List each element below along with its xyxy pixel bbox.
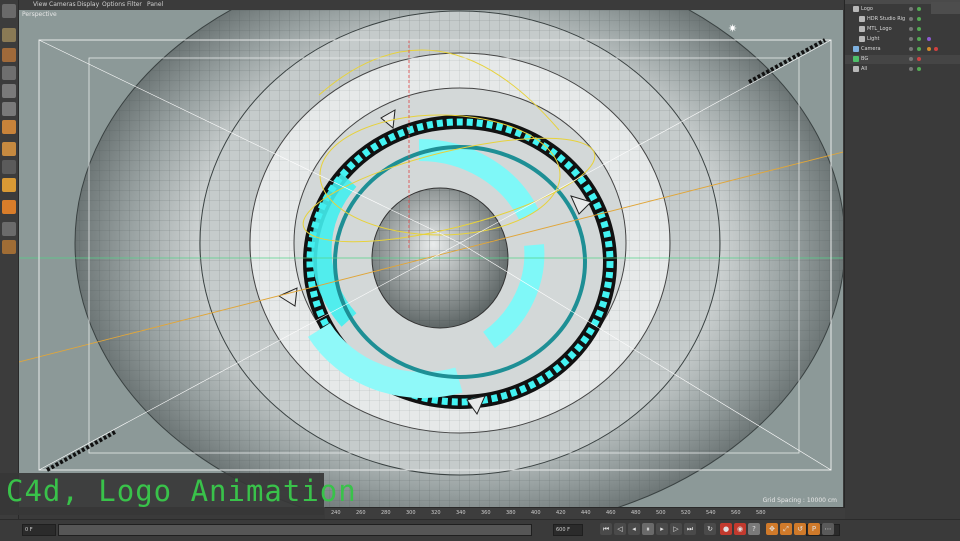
timeline-tick: 280 — [381, 510, 391, 516]
menu-view[interactable]: View — [33, 1, 47, 8]
visibility-dot-icon[interactable] — [909, 57, 913, 61]
timeline-tick: 320 — [431, 510, 441, 516]
mouse-icon[interactable] — [2, 160, 16, 174]
record-button[interactable]: ● — [720, 523, 732, 535]
menu-cameras[interactable]: Cameras — [49, 1, 76, 8]
protection-tag-icon[interactable] — [927, 47, 931, 51]
object-row-hdr-studio-rig[interactable]: HDR Studio Rig — [845, 15, 960, 24]
target-tag-icon[interactable] — [934, 47, 938, 51]
undo-view-icon[interactable] — [2, 4, 16, 18]
prev-key-button[interactable]: ◁ — [614, 523, 626, 535]
enabled-check-icon[interactable] — [917, 27, 921, 31]
cube-icon[interactable] — [2, 28, 16, 42]
enabled-check-icon[interactable] — [917, 17, 921, 21]
timeline-tick: 520 — [681, 510, 691, 516]
visibility-dot-icon[interactable] — [909, 7, 913, 11]
end-frame-field[interactable]: 600 F — [553, 524, 583, 536]
viewport-menu-bar: View Cameras Display Options Filter Pane… — [19, 0, 843, 10]
timeline-tick: 360 — [481, 510, 491, 516]
autokey-button[interactable]: ◉ — [734, 523, 746, 535]
menu-options[interactable]: Options — [102, 1, 125, 8]
viewport[interactable]: View Cameras Display Options Filter Pane… — [19, 0, 843, 507]
object-mode-icon[interactable] — [2, 120, 16, 134]
timeline-tick: 420 — [556, 510, 566, 516]
timeline-tick: 300 — [406, 510, 416, 516]
go-to-start-button[interactable]: ⏮ — [600, 523, 612, 535]
pause-button[interactable]: ⏸ — [642, 523, 654, 535]
timeline-tick: 480 — [631, 510, 641, 516]
object-row-bg[interactable]: BG — [845, 55, 960, 64]
timeline-tick: 500 — [656, 510, 666, 516]
timeline-tick: 460 — [606, 510, 616, 516]
enabled-check-icon[interactable] — [917, 47, 921, 51]
snap-icon[interactable] — [2, 178, 16, 192]
object-row-camera[interactable]: Camera — [845, 45, 960, 54]
checker-icon[interactable] — [2, 48, 16, 62]
overlay-title: C4d, Logo Animation — [6, 474, 357, 508]
keyframe-selection-button[interactable]: ? — [748, 523, 760, 535]
enabled-check-icon[interactable] — [917, 37, 921, 41]
timeline-tick: 260 — [356, 510, 366, 516]
layer-icon[interactable] — [2, 240, 16, 254]
polygons-mode-icon[interactable] — [2, 102, 16, 116]
tag-icon[interactable] — [927, 37, 931, 41]
null-object-icon — [853, 6, 859, 12]
loop-button[interactable]: ↻ — [704, 523, 716, 535]
scene-render — [19, 0, 843, 507]
enabled-check-icon[interactable] — [917, 7, 921, 11]
light-star-icon: ✷ — [728, 22, 738, 35]
visibility-dot-icon[interactable] — [909, 47, 913, 51]
position-key-button[interactable]: ✥ — [766, 523, 778, 535]
visibility-dot-icon[interactable] — [909, 17, 913, 21]
tags-column — [931, 2, 960, 14]
camera-icon — [853, 46, 859, 52]
magnet-icon[interactable] — [2, 200, 16, 214]
left-toolbar — [0, 0, 19, 540]
menu-filter[interactable]: Filter — [127, 1, 142, 8]
null-object-icon — [853, 66, 859, 72]
object-manager: Logo HDR Studio Rig MTL_Logo Light Camer… — [844, 0, 960, 507]
visibility-dot-icon[interactable] — [909, 37, 913, 41]
timeline-tick: 340 — [456, 510, 466, 516]
visibility-dot-icon[interactable] — [909, 27, 913, 31]
object-row-mtl-logo[interactable]: MTL_Logo — [845, 25, 960, 34]
current-frame-field[interactable]: 0 F — [22, 524, 56, 536]
enabled-check-icon[interactable] — [917, 67, 921, 71]
edges-mode-icon[interactable] — [2, 84, 16, 98]
timeline-tick: 380 — [506, 510, 516, 516]
parameter-key-button[interactable]: P — [808, 523, 820, 535]
timeline-tick: 540 — [706, 510, 716, 516]
null-object-icon — [859, 26, 865, 32]
prev-frame-button[interactable]: ◂ — [628, 523, 640, 535]
frame-range-slider[interactable] — [58, 524, 532, 536]
rotation-key-button[interactable]: ↺ — [794, 523, 806, 535]
menu-display[interactable]: Display — [77, 1, 99, 8]
grid-spacing-readout: Grid Spacing : 10000 cm — [762, 497, 837, 504]
timeline-tick: 560 — [731, 510, 741, 516]
timeline-tick: 580 — [756, 510, 766, 516]
object-row-light[interactable]: Light — [845, 35, 960, 44]
object-row-all[interactable]: All — [845, 65, 960, 74]
grid-icon[interactable] — [2, 222, 16, 236]
point-level-key-button[interactable]: ⋯ — [822, 523, 834, 535]
go-to-end-button[interactable]: ⏭ — [684, 523, 696, 535]
background-object-icon — [853, 56, 859, 62]
menu-panel[interactable]: Panel — [147, 1, 163, 8]
visibility-dot-icon[interactable] — [909, 67, 913, 71]
axis-icon[interactable] — [2, 142, 16, 156]
timeline-tick: 400 — [531, 510, 541, 516]
disabled-x-icon[interactable] — [917, 57, 921, 61]
next-frame-button[interactable]: ▸ — [656, 523, 668, 535]
timeline-tick: 240 — [331, 510, 341, 516]
timeline-tick: 440 — [581, 510, 591, 516]
next-key-button[interactable]: ▷ — [670, 523, 682, 535]
scale-key-button[interactable]: ⤢ — [780, 523, 792, 535]
null-object-icon — [859, 36, 865, 42]
null-object-icon — [859, 16, 865, 22]
viewport-camera-label: Perspective — [22, 11, 57, 18]
points-mode-icon[interactable] — [2, 66, 16, 80]
